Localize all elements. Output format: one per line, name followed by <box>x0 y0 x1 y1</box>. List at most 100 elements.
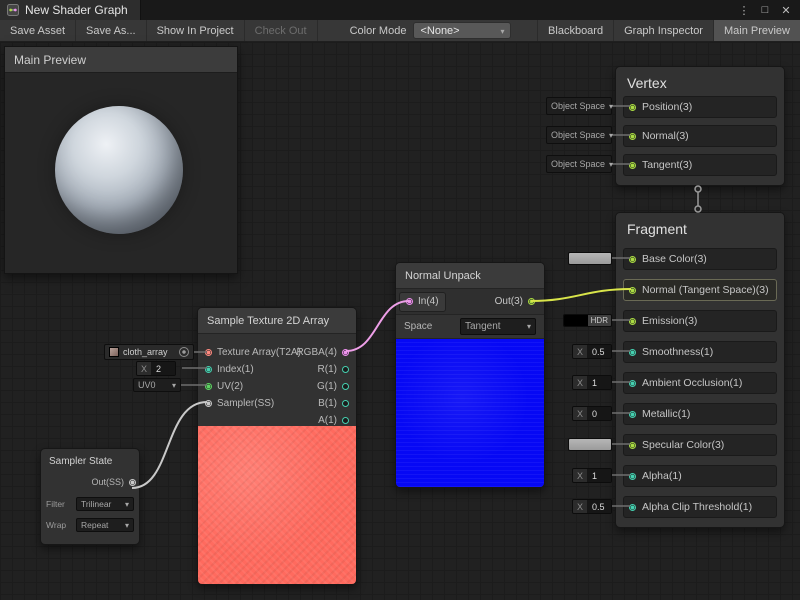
fragment-row-label: Base Color(3) <box>642 253 707 265</box>
vertex-row-tangent-3[interactable]: Tangent(3) <box>623 154 777 176</box>
uv-channel-dropdown[interactable]: UV0 <box>133 378 181 392</box>
index-1-port[interactable] <box>205 366 212 373</box>
blackboard-button[interactable]: Blackboard <box>537 20 613 41</box>
normal-unpack-node[interactable]: Normal Unpack In(4) Out(3) Space Tangent <box>395 262 545 488</box>
metallic-1-port[interactable] <box>629 411 636 418</box>
window-controls: ⋮ □ ✕ <box>735 0 800 20</box>
g-1-port[interactable] <box>342 383 349 390</box>
filter-dropdown[interactable]: Trilinear <box>76 497 134 511</box>
position-3-port[interactable] <box>629 104 636 111</box>
emission-3-hdr-field[interactable]: HDR <box>563 314 612 327</box>
fragment-row-ambient-occlusion-1[interactable]: Ambient Occlusion(1) <box>623 372 777 394</box>
graph-inspector-button[interactable]: Graph Inspector <box>613 20 713 41</box>
object-space-dropdown[interactable]: Object Space <box>546 126 612 144</box>
base-color-3-port[interactable] <box>629 256 636 263</box>
sampler-out-row: Out(SS) <box>41 474 136 490</box>
object-picker-icon[interactable] <box>179 347 189 357</box>
window-title: New Shader Graph <box>25 3 128 17</box>
fragment-row-metallic-1[interactable]: Metallic(1) <box>623 403 777 425</box>
out-port[interactable] <box>528 298 535 305</box>
smoothness-1-field-value[interactable]: 0.5 <box>587 345 611 358</box>
color-mode-dropdown[interactable]: <None> <box>413 22 511 39</box>
sample-port-label: R(1) <box>318 364 337 375</box>
tangent-3-port[interactable] <box>629 162 636 169</box>
vertex-row-position-3[interactable]: Position(3) <box>623 96 777 118</box>
uv-2-port[interactable] <box>205 383 212 390</box>
sample-node-header[interactable]: Sample Texture 2D Array <box>198 308 356 334</box>
alpha-1-port[interactable] <box>629 473 636 480</box>
sample-output-rgba-4: RGBA(4) <box>296 344 349 360</box>
unpack-io-row: In(4) Out(3) <box>396 289 544 315</box>
alpha-clip-threshold-1-port[interactable] <box>629 504 636 511</box>
emission-3-port[interactable] <box>629 318 636 325</box>
window-tab[interactable]: New Shader Graph <box>0 0 141 20</box>
specular-color-3-port[interactable] <box>629 442 636 449</box>
wrap-property-row: Wrap Repeat <box>41 518 139 532</box>
metallic-1-field[interactable]: X0 <box>572 406 612 421</box>
a-1-port[interactable] <box>342 417 349 424</box>
fragment-row-specular-color-3[interactable]: Specular Color(3) <box>623 434 777 456</box>
fragment-row-label: Specular Color(3) <box>642 439 724 451</box>
out-ss-port[interactable] <box>129 479 136 486</box>
fragment-row-alpha-1[interactable]: Alpha(1) <box>623 465 777 487</box>
ambient-occlusion-1-port[interactable] <box>629 380 636 387</box>
index-field-value[interactable]: 2 <box>151 362 175 375</box>
menu-icon[interactable]: ⋮ <box>735 2 753 18</box>
show-in-project-button[interactable]: Show In Project <box>147 20 245 41</box>
texture-array-object-field[interactable]: cloth_array <box>104 344 194 360</box>
fragment-row-smoothness-1[interactable]: Smoothness(1) <box>623 341 777 363</box>
main-preview-button[interactable]: Main Preview <box>713 20 800 41</box>
fragment-node[interactable]: Fragment Base Color(3)Normal (Tangent Sp… <box>615 212 785 528</box>
in-port[interactable] <box>406 298 413 305</box>
unpack-node-header[interactable]: Normal Unpack <box>396 263 544 289</box>
unpack-in-slot: In(4) <box>399 292 446 312</box>
wrap-dropdown-value: Repeat <box>81 520 108 530</box>
main-preview-panel[interactable]: Main Preview <box>4 46 238 274</box>
main-preview-header[interactable]: Main Preview <box>5 47 237 73</box>
save-asset-button[interactable]: Save Asset <box>0 20 76 41</box>
object-space-dropdown[interactable]: Object Space <box>546 97 612 115</box>
alpha-clip-threshold-1-field-value[interactable]: 0.5 <box>587 500 611 513</box>
main-preview-body <box>5 73 237 273</box>
chevron-down-icon <box>609 101 613 111</box>
maximize-icon[interactable]: □ <box>756 2 774 18</box>
object-space-dropdown[interactable]: Object Space <box>546 155 612 173</box>
vertex-row-normal-3[interactable]: Normal(3) <box>623 125 777 147</box>
fragment-row-normal-tangent-space-3[interactable]: Normal (Tangent Space)(3) <box>623 279 777 301</box>
b-1-port[interactable] <box>342 400 349 407</box>
r-1-port[interactable] <box>342 366 349 373</box>
sample-texture-2d-array-node[interactable]: Sample Texture 2D Array Texture Array(T2… <box>197 307 357 585</box>
fragment-row-emission-3[interactable]: Emission(3) <box>623 310 777 332</box>
graph-canvas[interactable]: Main Preview Vertex Position(3)Normal(3)… <box>0 42 800 600</box>
save-as-button[interactable]: Save As... <box>76 20 147 41</box>
space-property-row: Space Tangent <box>396 315 544 339</box>
ambient-occlusion-1-field-value[interactable]: 1 <box>587 376 611 389</box>
ambient-occlusion-1-field[interactable]: X1 <box>572 375 612 390</box>
filter-property-row: Filter Trilinear <box>41 497 139 511</box>
texture-array-t2a-port[interactable] <box>205 349 212 356</box>
space-dropdown[interactable]: Tangent <box>460 318 536 335</box>
metallic-1-field-value[interactable]: 0 <box>587 407 611 420</box>
chevron-down-icon <box>172 380 176 390</box>
sampler-state-node[interactable]: Sampler State Out(SS) Filter Trilinear W… <box>40 448 140 545</box>
specular-color-3-color-swatch[interactable] <box>568 438 612 451</box>
alpha-clip-threshold-1-field[interactable]: X0.5 <box>572 499 612 514</box>
alpha-1-field[interactable]: X1 <box>572 468 612 483</box>
sample-input-index-1: Index(1) <box>205 361 254 377</box>
sampler-ss-port[interactable] <box>205 400 212 407</box>
normal-tangent-space-3-port[interactable] <box>629 287 636 294</box>
index-field[interactable]: X2 <box>136 361 176 376</box>
unity-shader-graph-window: New Shader Graph ⋮ □ ✕ Save Asset Save A… <box>0 0 800 600</box>
fragment-row-alpha-clip-threshold-1[interactable]: Alpha Clip Threshold(1) <box>623 496 777 518</box>
alpha-1-field-value[interactable]: 1 <box>587 469 611 482</box>
wrap-dropdown[interactable]: Repeat <box>76 518 134 532</box>
smoothness-1-port[interactable] <box>629 349 636 356</box>
fragment-row-base-color-3[interactable]: Base Color(3) <box>623 248 777 270</box>
fragment-row-label: Alpha(1) <box>642 470 682 482</box>
rgba-4-port[interactable] <box>342 349 349 356</box>
smoothness-1-field[interactable]: X0.5 <box>572 344 612 359</box>
base-color-3-color-swatch[interactable] <box>568 252 612 265</box>
normal-3-port[interactable] <box>629 133 636 140</box>
close-icon[interactable]: ✕ <box>777 2 795 18</box>
vertex-node[interactable]: Vertex Position(3)Normal(3)Tangent(3) <box>615 66 785 186</box>
